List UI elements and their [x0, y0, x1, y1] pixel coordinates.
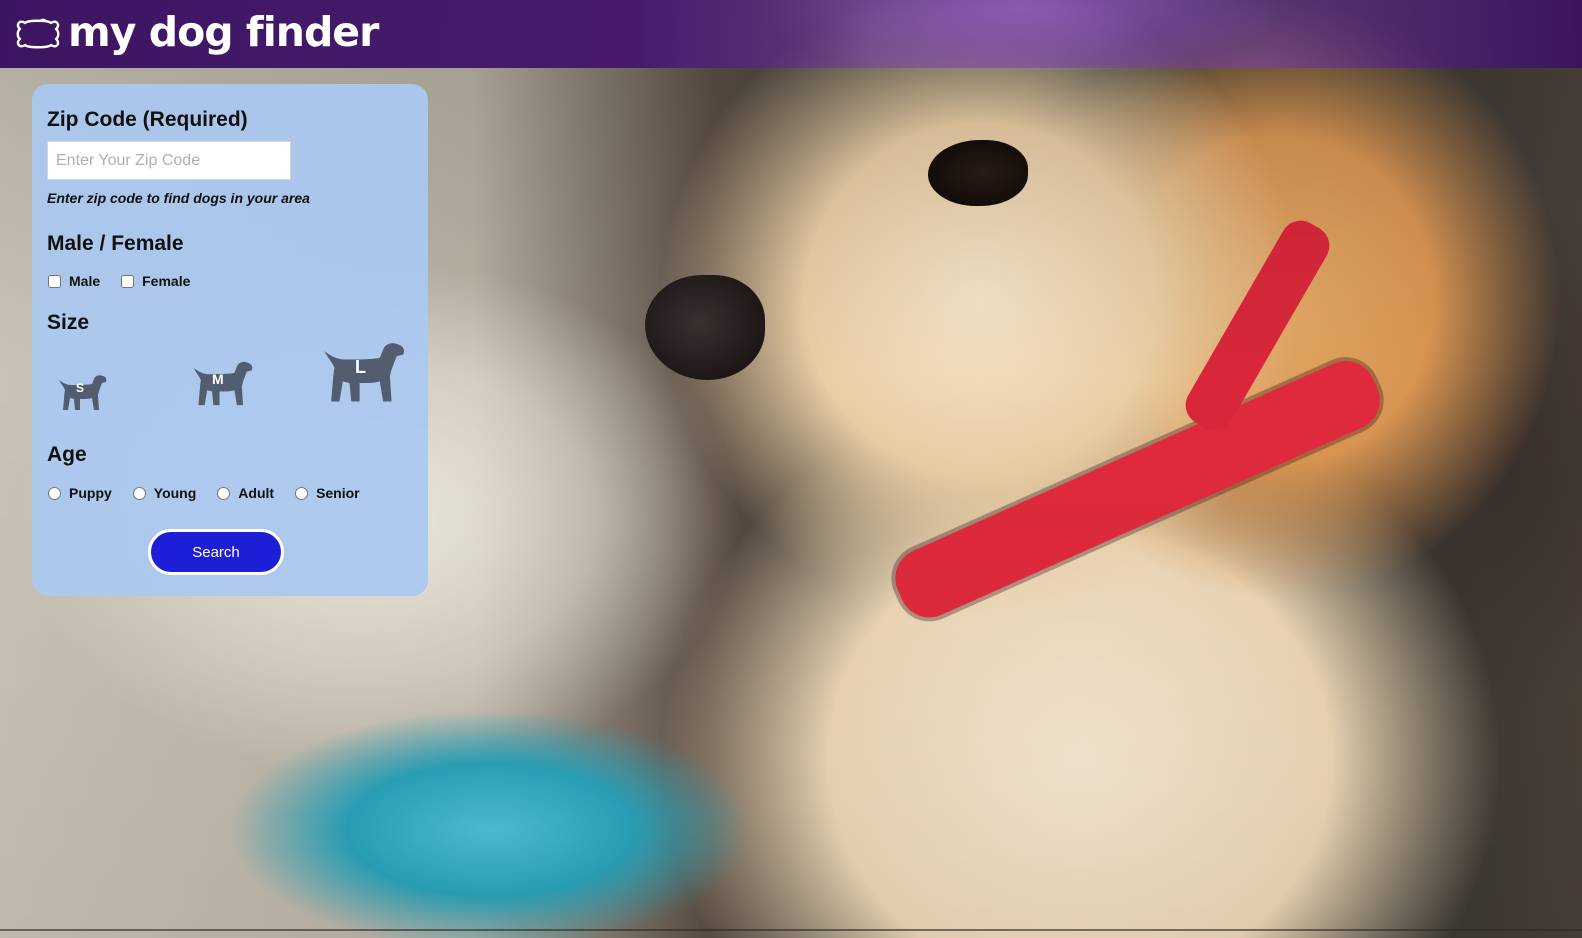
age-title: Age	[47, 443, 87, 466]
size-options: S M L	[47, 335, 413, 435]
young-label: Young	[153, 485, 197, 501]
adult-radio[interactable]	[217, 486, 231, 500]
size-medium-letter: M	[212, 371, 224, 387]
size-medium-button[interactable]: M	[191, 359, 253, 414]
size-small-letter: S	[76, 381, 85, 395]
site-logo[interactable]: my dog finder	[16, 11, 379, 53]
gender-title: Male / Female	[47, 232, 184, 255]
zip-code-hint: Enter zip code to find dogs in your area	[47, 190, 310, 206]
search-button[interactable]: Search	[148, 529, 284, 575]
zip-code-input[interactable]	[47, 141, 291, 180]
logo-text: my dog finder	[68, 7, 379, 56]
size-large-letter: L	[355, 357, 366, 377]
female-checkbox[interactable]	[121, 274, 135, 288]
age-option-adult[interactable]: Adult	[216, 485, 274, 501]
bottom-divider	[0, 929, 1582, 931]
medium-dog-icon	[191, 361, 253, 413]
size-title: Size	[47, 311, 90, 334]
puppy-radio[interactable]	[48, 486, 61, 500]
senior-radio[interactable]	[295, 486, 309, 500]
small-dog-icon	[57, 375, 107, 417]
age-option-senior[interactable]: Senior	[294, 485, 360, 501]
site-header: my dog finder	[0, 0, 1582, 68]
search-button-wrap: Search	[47, 529, 413, 575]
gender-option-male[interactable]: Male	[47, 273, 100, 289]
size-large-button[interactable]: L	[321, 339, 405, 412]
puppy-label: Puppy	[69, 485, 112, 501]
young-radio[interactable]	[132, 486, 146, 500]
zip-code-title: Zip Code (Required)	[47, 108, 248, 131]
gender-options: Male Female	[47, 273, 413, 289]
size-small-button[interactable]: S	[57, 373, 107, 418]
male-label: Male	[69, 273, 101, 289]
age-option-young[interactable]: Young	[132, 485, 197, 501]
age-options: Puppy Young Adult Senior	[47, 485, 413, 501]
age-option-puppy[interactable]: Puppy	[47, 485, 112, 501]
adult-label: Adult	[238, 485, 275, 501]
gender-option-female[interactable]: Female	[120, 273, 190, 289]
search-panel: Zip Code (Required) Enter zip code to fi…	[32, 84, 428, 596]
dog-bone-icon	[16, 17, 60, 51]
large-dog-icon	[321, 343, 405, 411]
male-checkbox[interactable]	[48, 274, 61, 288]
senior-label: Senior	[316, 485, 360, 501]
page: my dog finder Zip Code (Required) Enter …	[0, 0, 1582, 938]
female-label: Female	[142, 273, 191, 289]
